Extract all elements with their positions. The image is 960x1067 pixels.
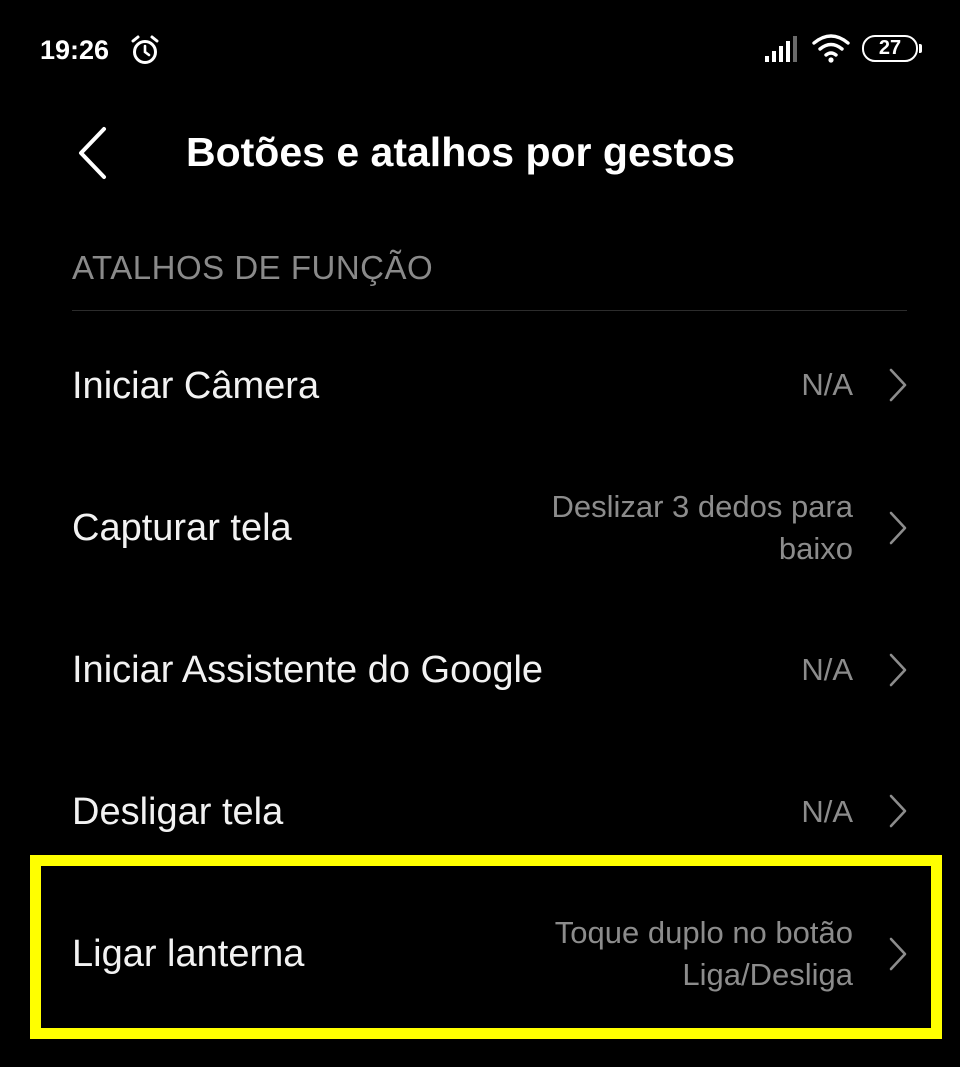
chevron-left-icon <box>79 127 106 179</box>
list-item-value-line: N/A <box>801 794 853 829</box>
alarm-icon <box>131 35 159 64</box>
list-item-capturar-tela[interactable]: Capturar tela Deslizar 3 dedos para baix… <box>0 470 960 590</box>
list-item-value-line: baixo <box>778 531 853 566</box>
battery-tip <box>919 44 922 53</box>
chevron-right-icon <box>889 653 907 687</box>
page-title: Botões e atalhos por gestos <box>186 129 736 175</box>
list-item-value: N/A <box>473 649 853 691</box>
chevron-right-icon <box>889 511 907 545</box>
list-item-value-line: N/A <box>801 367 853 402</box>
section-header: ATALHOS DE FUNÇÃO <box>72 249 434 286</box>
list-item-desligar-tela[interactable]: Desligar tela N/A <box>0 757 960 867</box>
list-item-label: Iniciar Câmera <box>72 365 320 407</box>
battery-icon: 27 <box>862 35 922 62</box>
list-item-iniciar-camera[interactable]: Iniciar Câmera N/A <box>0 330 960 440</box>
list-item-value: Deslizar 3 dedos para baixo <box>473 486 853 570</box>
list-item-value: N/A <box>473 791 853 833</box>
list-item-iniciar-assistente-google[interactable]: Iniciar Assistente do Google N/A <box>0 615 960 725</box>
signal-icon <box>765 36 797 62</box>
highlight-box <box>30 855 942 1039</box>
chevron-right-icon <box>889 794 907 828</box>
list-item-label: Desligar tela <box>72 791 284 833</box>
list-item-value-line: N/A <box>801 652 853 687</box>
chevron-right-icon <box>889 368 907 402</box>
wifi-icon <box>812 34 850 63</box>
status-time: 19:26 <box>40 35 110 65</box>
battery-level: 27 <box>878 37 902 59</box>
status-bar: 19:26 27 <box>0 0 960 100</box>
list-item-value-line: Deslizar 3 dedos para <box>551 489 853 524</box>
back-button[interactable] <box>62 118 122 188</box>
list-item-label: Capturar tela <box>72 507 292 549</box>
section-divider <box>72 310 907 311</box>
list-item-value: N/A <box>473 364 853 406</box>
